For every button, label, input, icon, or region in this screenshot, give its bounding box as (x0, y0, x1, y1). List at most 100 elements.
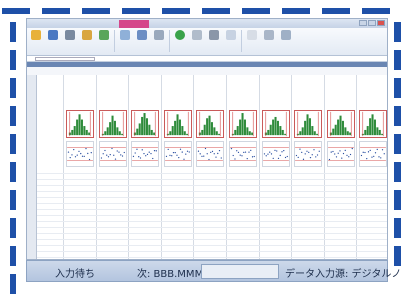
trend-point (272, 157, 274, 160)
histogram-bar (183, 131, 186, 136)
measurement-sheet (27, 75, 387, 259)
trend-point (154, 150, 156, 152)
trend-point (333, 153, 336, 155)
histogram-bar (379, 129, 382, 136)
histogram-bar (85, 129, 88, 136)
trend-point (174, 151, 176, 154)
settings-icon (264, 30, 274, 40)
histogram-bar (376, 127, 379, 136)
chart-icon (137, 30, 147, 40)
trend-point (167, 148, 169, 151)
row-divider (37, 227, 387, 228)
histogram-bar (78, 114, 81, 136)
measurement-value-box[interactable] (201, 264, 279, 279)
row-divider (37, 221, 387, 222)
cell-reference-box[interactable] (35, 57, 95, 61)
trend-point (87, 152, 89, 155)
trend-thumbnail (196, 141, 225, 167)
trend-point (286, 155, 288, 158)
trend-point (112, 154, 114, 156)
row-divider (37, 245, 387, 246)
histogram-bar (71, 129, 74, 136)
trend-point (206, 153, 209, 155)
save-icon (48, 30, 58, 40)
trend-point (76, 154, 78, 156)
histogram-bar (381, 133, 384, 136)
trend-point (246, 157, 248, 160)
decorative-dashed-border-left (10, 22, 16, 300)
histogram-bar (246, 127, 249, 136)
histogram-bar (276, 120, 279, 136)
close-button[interactable] (377, 20, 385, 26)
filter-button[interactable] (152, 30, 166, 40)
trend-point (81, 155, 84, 157)
trend-point (351, 147, 353, 150)
chart-button[interactable] (135, 30, 149, 40)
histogram-bar (148, 124, 151, 136)
refresh-button[interactable] (97, 30, 111, 40)
screenshot-frame: 入力待ち 次: BBB.MMM データ入力源: デジタルノギス (0, 0, 401, 300)
open-button[interactable] (29, 30, 43, 40)
tools-icon (209, 30, 219, 40)
row-divider (37, 197, 387, 198)
trend-point (169, 154, 171, 156)
histogram-bar (243, 119, 246, 136)
histogram-bar (309, 118, 312, 136)
row-header-column (27, 75, 37, 259)
trend-point (361, 154, 363, 157)
settings-button[interactable] (262, 30, 276, 40)
add-button[interactable] (173, 30, 187, 40)
trend-point (176, 154, 178, 156)
tools-button[interactable] (207, 30, 221, 40)
histogram-bar (171, 126, 174, 136)
trend-point (116, 150, 118, 152)
data-button[interactable] (118, 30, 132, 40)
histogram-bar (336, 119, 339, 136)
histogram-bar (118, 131, 121, 136)
row-divider (37, 185, 387, 186)
trend-thumbnail (326, 141, 355, 167)
histogram-bar (371, 114, 374, 136)
trend-point (251, 156, 254, 158)
trend-point (315, 156, 317, 158)
histogram-bar (146, 118, 149, 136)
maximize-button[interactable] (368, 20, 376, 26)
minimize-button[interactable] (359, 20, 367, 26)
row-divider (37, 173, 387, 174)
histogram-bar (334, 124, 337, 136)
histogram-thumbnail (196, 110, 225, 138)
report-button[interactable] (245, 30, 259, 40)
copy-button[interactable] (80, 30, 94, 40)
trend-point (141, 149, 144, 151)
tools-menu-button[interactable] (279, 30, 293, 40)
trend-thumbnail (163, 141, 192, 167)
link-button[interactable] (190, 30, 204, 40)
trend-point (299, 148, 301, 150)
histogram-bar (138, 123, 141, 136)
trend-point (148, 151, 151, 153)
trend-point (243, 151, 245, 154)
trend-point (335, 156, 337, 158)
print-button[interactable] (63, 30, 77, 40)
trend-point (170, 155, 173, 157)
trend-point (303, 158, 305, 160)
trend-point (270, 153, 272, 155)
trend-point (328, 158, 330, 161)
save-button[interactable] (46, 30, 60, 40)
trend-point (253, 155, 255, 158)
histogram-thumbnail (294, 110, 323, 138)
trend-point (217, 152, 219, 155)
row-divider (37, 251, 387, 252)
trend-point (165, 155, 167, 158)
option-button[interactable] (224, 30, 238, 40)
trend-point (306, 150, 308, 152)
trend-point (183, 158, 185, 160)
decorative-dashed-border-top (2, 8, 401, 14)
trend-point (105, 154, 107, 156)
ribbon-separator (241, 30, 242, 52)
trend-point (310, 156, 312, 159)
context-tab[interactable] (119, 20, 149, 28)
trend-point (117, 151, 120, 153)
window-controls (359, 20, 385, 26)
trend-point (71, 154, 73, 156)
